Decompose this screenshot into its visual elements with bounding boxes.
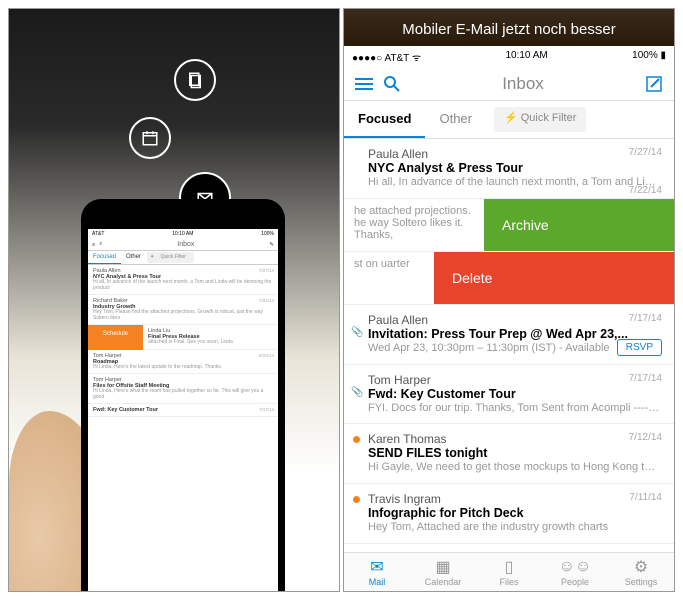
email-from: Travis Ingram bbox=[368, 492, 660, 506]
mini-email[interactable]: Fwd: Key Customer Tour7/17/14 bbox=[88, 404, 278, 417]
app-screen: ●●●●○ AT&T ᯤ 10:10 AM 100% ▮ Inbox Focus… bbox=[344, 46, 674, 591]
delete-action[interactable]: Delete bbox=[434, 252, 674, 304]
app-header: Inbox bbox=[344, 68, 674, 101]
archive-action[interactable]: Archive bbox=[484, 199, 674, 251]
email-row[interactable]: Paula Allen NYC Analyst & Press Tour Hi … bbox=[344, 139, 674, 199]
menu-icon[interactable] bbox=[354, 74, 374, 94]
email-date: 7/11/14 bbox=[629, 492, 662, 503]
email-list[interactable]: Paula Allen NYC Analyst & Press Tour Hi … bbox=[344, 139, 674, 552]
email-row[interactable]: 📎 Paula Allen Invitation: Press Tour Pre… bbox=[344, 305, 674, 365]
mini-quick-filter[interactable]: ✦ Quick Filter bbox=[147, 252, 194, 263]
tabs: Focused Other ⚡ Quick Filter bbox=[344, 101, 674, 139]
email-preview: Hi all, In advance of the launch next mo… bbox=[368, 176, 660, 190]
email-preview: he attached projections. he way Soltero … bbox=[344, 199, 484, 251]
calendar-icon bbox=[129, 117, 171, 159]
email-date: 7/17/14 bbox=[629, 313, 662, 324]
mini-app: AT&T10:10 AM100% ≡ ⌕ Inbox ✎ Focused Oth… bbox=[88, 229, 278, 592]
mini-status-bar: AT&T10:10 AM100% bbox=[88, 229, 278, 239]
rsvp-button[interactable]: RSVP bbox=[617, 339, 662, 356]
nav-files[interactable]: ▯Files bbox=[476, 557, 542, 587]
swipe-archive-row[interactable]: he attached projections. he way Soltero … bbox=[344, 199, 674, 252]
search-icon[interactable] bbox=[382, 74, 402, 94]
calendar-icon: ▦ bbox=[410, 557, 476, 577]
mini-email[interactable]: Richard BakerIndustry GrowthHey Tom, Ple… bbox=[88, 295, 278, 325]
carrier: AT&T bbox=[384, 53, 409, 64]
mini-email[interactable]: Tom HarperRoadmapHi Linda, Here's the la… bbox=[88, 350, 278, 375]
email-from: Tom Harper bbox=[368, 373, 660, 387]
battery-icon: 100% ▮ bbox=[632, 50, 666, 64]
mini-email[interactable]: Paula AllenNYC Analyst & Press TourHi al… bbox=[88, 265, 278, 295]
signal-icon: ●●●●○ bbox=[352, 53, 382, 64]
email-date: 7/27/14 bbox=[629, 147, 662, 158]
unread-dot bbox=[353, 496, 360, 503]
mini-tab-focused[interactable]: Focused bbox=[88, 251, 121, 264]
tagline: Mobiler E-Mail jetzt noch besser bbox=[344, 9, 674, 46]
email-row[interactable]: Karen Thomas SEND FILES tonight Hi Gayle… bbox=[344, 424, 674, 484]
compose-icon[interactable]: ✎ bbox=[269, 242, 274, 248]
mini-header: ≡ ⌕ Inbox ✎ bbox=[88, 239, 278, 251]
files-icon bbox=[174, 59, 216, 101]
email-date: 7/17/14 bbox=[629, 373, 662, 384]
clock: 10:10 AM bbox=[505, 50, 547, 64]
mini-title: Inbox bbox=[106, 241, 265, 248]
email-row[interactable]: 📎 Tom Harper Fwd: Key Customer Tour FYI.… bbox=[344, 365, 674, 425]
email-subject: Infographic for Pitch Deck bbox=[368, 506, 660, 520]
files-icon: ▯ bbox=[476, 557, 542, 577]
attachment-icon: 📎 bbox=[351, 327, 363, 338]
email-row[interactable]: Travis Ingram Infographic for Pitch Deck… bbox=[344, 484, 674, 544]
schedule-action[interactable]: Schedule bbox=[88, 325, 143, 350]
email-subject: Invitation: Press Tour Prep @ Wed Apr 23… bbox=[368, 327, 660, 341]
promo-panel-right: Mobiler E-Mail jetzt noch besser ●●●●○ A… bbox=[343, 8, 675, 592]
settings-icon: ⚙ bbox=[608, 557, 674, 577]
email-preview: FYI. Docs for our trip. Thanks, Tom Sent… bbox=[368, 402, 660, 416]
mini-swipe-row[interactable]: ScheduleLinda LiuFinal Press Releaseatta… bbox=[88, 325, 278, 350]
quick-filter-button[interactable]: ⚡ Quick Filter bbox=[494, 107, 586, 132]
bottom-nav: ✉Mail ▦Calendar ▯Files ☺☺People ⚙Setting… bbox=[344, 552, 674, 591]
nav-mail[interactable]: ✉Mail bbox=[344, 557, 410, 587]
email-subject: SEND FILES tonight bbox=[368, 446, 660, 460]
email-from: Karen Thomas bbox=[368, 432, 660, 446]
tab-other[interactable]: Other bbox=[425, 101, 486, 138]
compose-icon[interactable] bbox=[644, 74, 664, 94]
email-preview: Hey Tom, Attached are the industry growt… bbox=[368, 521, 660, 535]
attachment-icon: 📎 bbox=[351, 387, 363, 398]
mail-icon: ✉ bbox=[344, 557, 410, 577]
menu-icon[interactable]: ≡ bbox=[92, 242, 95, 248]
email-subject: NYC Analyst & Press Tour bbox=[368, 161, 660, 175]
email-preview: st on uarter bbox=[344, 252, 434, 304]
unread-dot bbox=[353, 436, 360, 443]
tab-focused[interactable]: Focused bbox=[344, 101, 425, 138]
status-bar: ●●●●○ AT&T ᯤ 10:10 AM 100% ▮ bbox=[344, 46, 674, 68]
mini-tabs: Focused Other ✦ Quick Filter bbox=[88, 251, 278, 265]
mini-tab-other[interactable]: Other bbox=[121, 251, 146, 264]
mini-email[interactable]: Tom HarperFiles for Offsite Staff Meetin… bbox=[88, 374, 278, 404]
mini-list: Paula AllenNYC Analyst & Press TourHi al… bbox=[88, 265, 278, 417]
email-preview: Hi Gayle, We need to get those mockups t… bbox=[368, 461, 660, 475]
email-date: 7/12/14 bbox=[629, 432, 662, 443]
email-from: Paula Allen bbox=[368, 147, 660, 161]
swipe-delete-row[interactable]: st on uarter Delete bbox=[344, 252, 674, 305]
email-subject: Fwd: Key Customer Tour bbox=[368, 387, 660, 401]
search-icon[interactable]: ⌕ bbox=[99, 241, 102, 248]
nav-calendar[interactable]: ▦Calendar bbox=[410, 557, 476, 587]
email-from: Paula Allen bbox=[368, 313, 660, 327]
phone-frame: AT&T10:10 AM100% ≡ ⌕ Inbox ✎ Focused Oth… bbox=[81, 199, 285, 592]
page-title: Inbox bbox=[402, 74, 644, 94]
people-icon: ☺☺ bbox=[542, 557, 608, 577]
nav-people[interactable]: ☺☺People bbox=[542, 557, 608, 587]
nav-settings[interactable]: ⚙Settings bbox=[608, 557, 674, 587]
promo-panel-left: AT&T10:10 AM100% ≡ ⌕ Inbox ✎ Focused Oth… bbox=[8, 8, 340, 592]
